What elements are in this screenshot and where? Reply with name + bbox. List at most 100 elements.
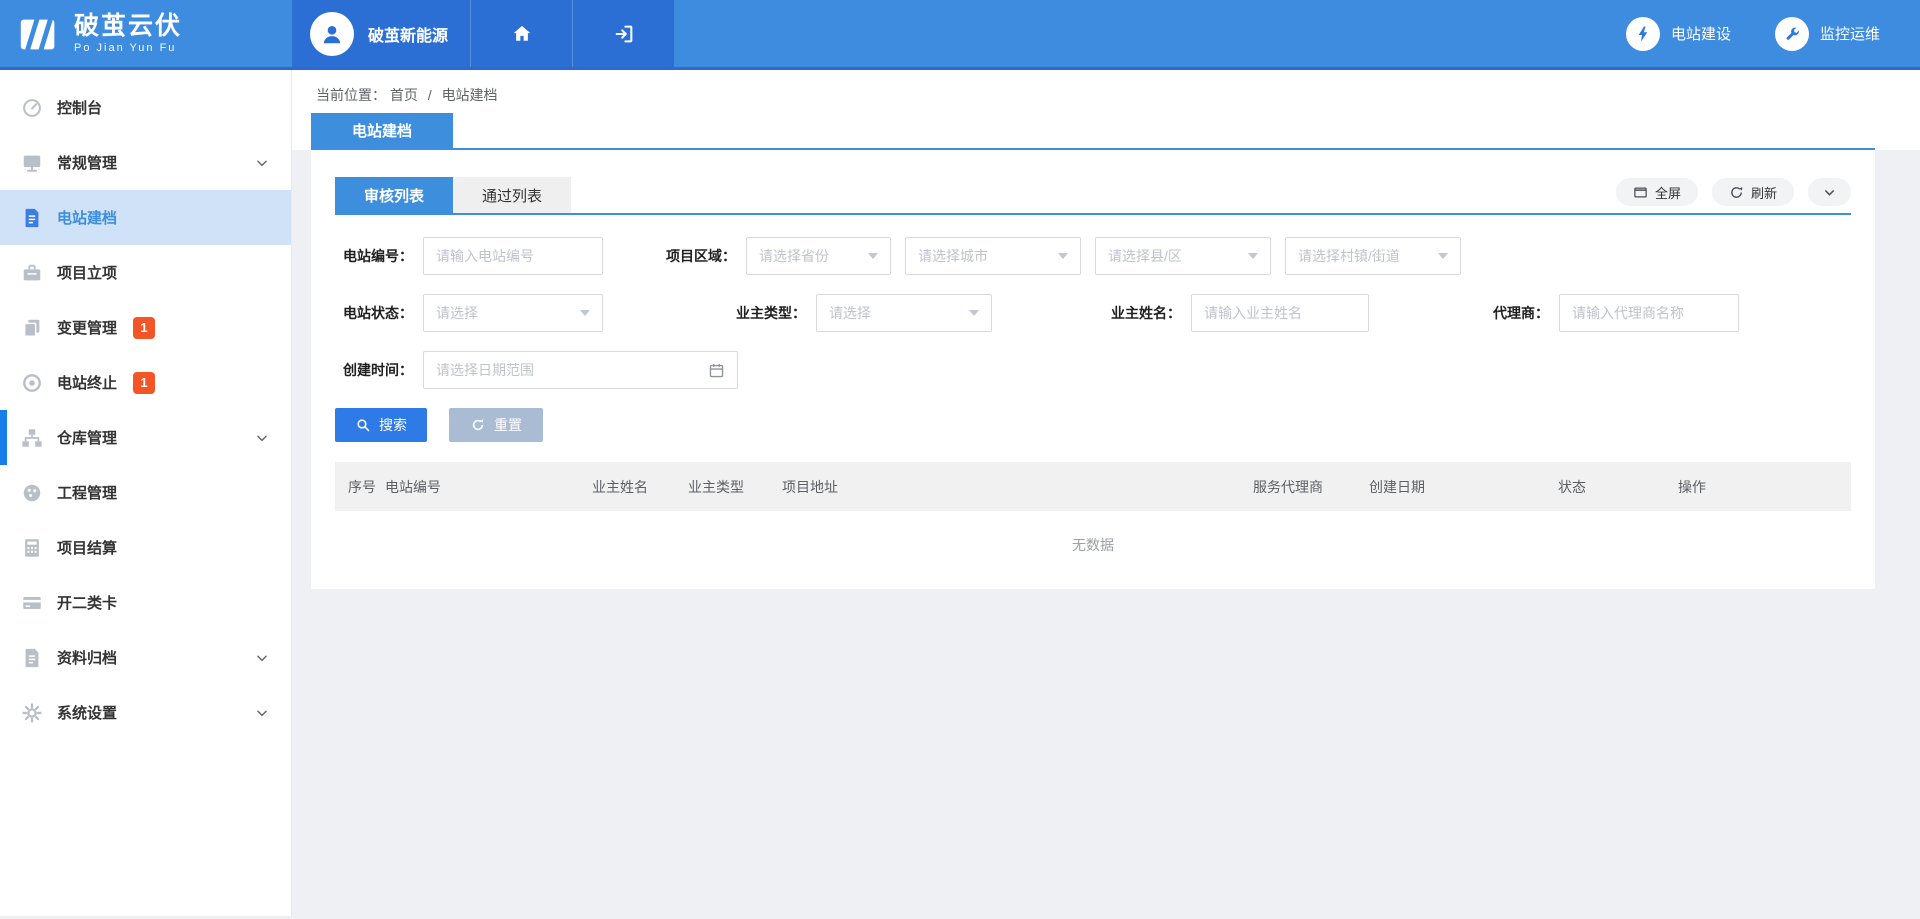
sidebar-item-data-archive[interactable]: 资料归档	[0, 630, 291, 685]
region-label: 项目区域：	[651, 246, 746, 266]
col-status: 状态	[1558, 477, 1678, 497]
sidebar-item-label: 项目立项	[57, 262, 117, 283]
gauge-icon	[20, 96, 44, 120]
page-tab-station-archive[interactable]: 电站建档	[311, 113, 453, 148]
sidebar-item-station-termination[interactable]: 电站终止 1	[0, 355, 291, 410]
tab-passed-list[interactable]: 通过列表	[453, 177, 571, 213]
nav-monitor-operation[interactable]: 监控运维	[1775, 17, 1880, 51]
search-icon	[355, 417, 371, 433]
sidebar-item-label: 控制台	[57, 97, 102, 118]
owner-type-select[interactable]: 请选择	[816, 294, 992, 332]
search-label: 搜索	[379, 415, 407, 435]
empty-state: 无数据	[335, 511, 1851, 586]
collapse-button[interactable]	[1808, 178, 1851, 206]
col-owner-type: 业主类型	[688, 477, 782, 497]
date-range-input[interactable]: 请选择日期范围	[423, 351, 738, 389]
logout-button[interactable]	[572, 0, 674, 67]
sidebar-item-label: 项目结算	[57, 537, 117, 558]
sidebar-item-open-type2-card[interactable]: 开二类卡	[0, 575, 291, 630]
county-select[interactable]: 请选择县/区	[1095, 237, 1271, 275]
reset-button[interactable]: 重置	[449, 408, 543, 442]
table-header: 序号 电站编号 业主姓名 业主类型 项目地址 服务代理商 创建日期 状态 操作	[335, 462, 1851, 511]
sidebar-item-label: 仓库管理	[57, 427, 117, 448]
caret-down-icon	[1248, 253, 1258, 259]
chevron-down-icon[interactable]	[255, 156, 269, 170]
copy-icon	[20, 316, 44, 340]
notification-badge: 1	[133, 317, 155, 339]
document-icon	[20, 206, 44, 230]
fullscreen-button[interactable]: 全屏	[1616, 178, 1698, 206]
breadcrumb-strip: 当前位置： 首页 / 电站建档 电站建档	[292, 70, 1920, 150]
caret-down-icon	[969, 310, 979, 316]
gear-icon	[20, 701, 44, 725]
user-info[interactable]: 破茧新能源	[292, 0, 470, 67]
refresh-label: 刷新	[1751, 183, 1777, 202]
station-no-label: 电站编号：	[335, 246, 423, 266]
sidebar-item-console[interactable]: 控制台	[0, 80, 291, 135]
card-toolbar: 全屏 刷新	[1616, 178, 1851, 206]
calculator-icon	[20, 536, 44, 560]
col-index: 序号	[348, 477, 385, 497]
sidebar-item-label: 电站终止	[57, 372, 117, 393]
logo-subtitle: Po Jian Yun Fu	[74, 42, 182, 54]
refresh-button[interactable]: 刷新	[1712, 178, 1794, 206]
sidebar-item-change-management[interactable]: 变更管理 1	[0, 300, 291, 355]
fullscreen-label: 全屏	[1655, 183, 1681, 202]
home-icon	[511, 23, 533, 45]
action-buttons: 搜索 重置	[335, 408, 1851, 442]
breadcrumb-home-link[interactable]: 首页	[390, 87, 418, 103]
app-logo: 破茧云伏 Po Jian Yun Fu	[0, 0, 292, 67]
tab-review-list[interactable]: 审核列表	[335, 177, 453, 213]
sidebar-item-warehouse-management[interactable]: 仓库管理	[0, 410, 291, 465]
agent-label: 代理商：	[1479, 303, 1559, 323]
nav-station-construction[interactable]: 电站建设	[1626, 17, 1731, 51]
sidebar-item-project-settlement[interactable]: 项目结算	[0, 520, 291, 575]
nav-label: 电站建设	[1671, 23, 1731, 44]
sidebar: 控制台 常规管理 电站建档	[0, 70, 292, 916]
create-time-label: 创建时间：	[335, 360, 423, 380]
caret-down-icon	[868, 253, 878, 259]
sidebar-item-label: 系统设置	[57, 702, 117, 723]
col-create-date: 创建日期	[1369, 477, 1558, 497]
sidebar-item-station-archive[interactable]: 电站建档	[0, 190, 291, 245]
fullscreen-icon	[1633, 185, 1648, 200]
sidebar-item-project-initiation[interactable]: 项目立项	[0, 245, 291, 300]
user-segment: 破茧新能源	[292, 0, 674, 67]
station-status-select[interactable]: 请选择	[423, 294, 603, 332]
town-select[interactable]: 请选择村镇/街道	[1285, 237, 1461, 275]
chevron-down-icon[interactable]	[255, 431, 269, 445]
owner-type-label: 业主类型：	[721, 303, 816, 323]
caret-down-icon	[1438, 253, 1448, 259]
sitemap-icon	[20, 426, 44, 450]
search-button[interactable]: 搜索	[335, 408, 427, 442]
user-icon	[319, 21, 345, 47]
briefcase-icon	[20, 261, 44, 285]
user-name: 破茧新能源	[368, 22, 448, 46]
home-button[interactable]	[470, 0, 572, 67]
sidebar-item-general-management[interactable]: 常规管理	[0, 135, 291, 190]
logo-title: 破茧云伏	[74, 13, 182, 41]
owner-type-placeholder: 请选择	[829, 303, 871, 323]
archive-doc-icon	[20, 646, 44, 670]
chevron-down-icon[interactable]	[255, 706, 269, 720]
station-no-input[interactable]	[423, 237, 603, 275]
town-placeholder: 请选择村镇/街道	[1298, 246, 1400, 266]
sidebar-item-engineering-management[interactable]: 工程管理	[0, 465, 291, 520]
results-table: 序号 电站编号 业主姓名 业主类型 项目地址 服务代理商 创建日期 状态 操作 …	[335, 462, 1851, 586]
record-icon	[20, 371, 44, 395]
sidebar-item-label: 变更管理	[57, 317, 117, 338]
notification-badge: 1	[133, 372, 155, 394]
col-actions: 操作	[1678, 477, 1851, 497]
lightning-icon	[1626, 17, 1660, 51]
agent-input[interactable]	[1559, 294, 1739, 332]
nav-label: 监控运维	[1820, 23, 1880, 44]
sidebar-item-label: 工程管理	[57, 482, 117, 503]
city-select[interactable]: 请选择城市	[905, 237, 1081, 275]
owner-name-input[interactable]	[1191, 294, 1369, 332]
refresh-icon	[1729, 185, 1744, 200]
province-select[interactable]: 请选择省份	[746, 237, 891, 275]
chevron-down-icon[interactable]	[255, 651, 269, 665]
station-status-label: 电站状态：	[335, 303, 423, 323]
sidebar-item-system-settings[interactable]: 系统设置	[0, 685, 291, 740]
sidebar-item-label: 常规管理	[57, 152, 117, 173]
